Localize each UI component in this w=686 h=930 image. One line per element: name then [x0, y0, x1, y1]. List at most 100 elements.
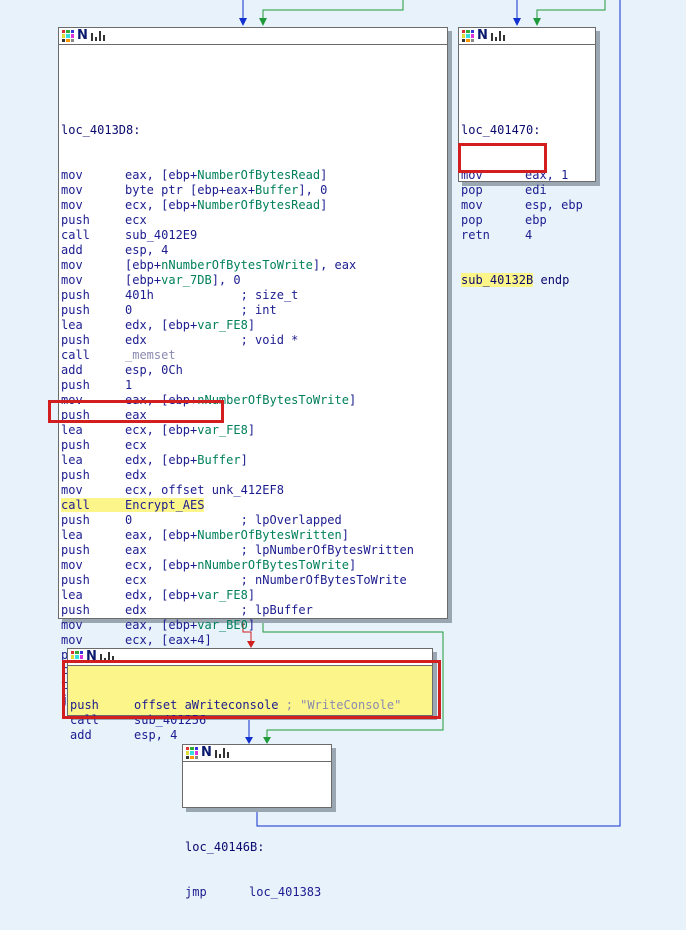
- graph-icon[interactable]: [214, 748, 229, 758]
- mnemonic: mov: [61, 483, 83, 497]
- operand: edx: [125, 468, 147, 482]
- instruction-line[interactable]: push edx: [61, 468, 414, 483]
- color-grid-icon[interactable]: [186, 747, 198, 759]
- operand[interactable]: Buffer: [197, 453, 240, 467]
- operand: ]: [247, 318, 256, 332]
- instruction-line[interactable]: push eax ; lpNumberOfBytesWritten: [61, 543, 414, 558]
- n-icon[interactable]: N: [86, 650, 97, 663]
- color-grid-icon[interactable]: [462, 30, 474, 42]
- instruction-line[interactable]: lea edx, [ebp+var_FE8]: [61, 588, 414, 603]
- edge-in-ret-green: [536, 0, 606, 20]
- code-block-loc-4013d8[interactable]: N loc_4013D8: mov eax, [ebp+NumberOfBytes…: [58, 27, 448, 707]
- function-name[interactable]: sub_40132B: [461, 273, 534, 287]
- mnemonic: push: [61, 408, 90, 422]
- mnemonic: retn: [461, 228, 490, 242]
- graph-icon[interactable]: [490, 31, 505, 41]
- operand[interactable]: var_FE8: [197, 423, 248, 437]
- instruction-line[interactable]: lea edx, [ebp+var_FE8]: [61, 318, 414, 333]
- operand[interactable]: NumberOfBytesWritten: [197, 528, 342, 542]
- block-label[interactable]: loc_40146B:: [185, 840, 321, 855]
- instruction-line[interactable]: push ecx: [61, 213, 414, 228]
- instruction-line[interactable]: call Encrypt_AES: [61, 498, 414, 513]
- instruction-line[interactable]: add esp, 0Ch: [61, 363, 414, 378]
- instruction-line[interactable]: add esp, 4: [61, 243, 414, 258]
- operand[interactable]: var_7DB: [161, 273, 212, 287]
- instruction-list: mov eax, 1 pop edi mov esp, ebp pop ebp retn 4: [461, 168, 583, 243]
- operand[interactable]: Buffer: [255, 183, 298, 197]
- instruction-line[interactable]: mov eax, 1: [461, 168, 583, 183]
- instruction-line[interactable]: lea ecx, [ebp+var_FE8]: [61, 423, 414, 438]
- operand[interactable]: var_BE0: [197, 618, 248, 632]
- instruction-line[interactable]: call sub_4012E9: [61, 228, 414, 243]
- operand: [ebp+: [125, 258, 162, 272]
- graph-icon[interactable]: [99, 652, 114, 662]
- operand[interactable]: nNumberOfBytesToWrite: [197, 393, 349, 407]
- instruction-line[interactable]: mov [ebp+nNumberOfBytesToWrite], eax: [61, 258, 414, 273]
- instruction-line[interactable]: push 1: [61, 378, 414, 393]
- graph-icon[interactable]: [90, 31, 105, 41]
- color-grid-icon[interactable]: [71, 651, 83, 663]
- operand[interactable]: nNumberOfBytesToWrite: [197, 558, 349, 572]
- instruction-line[interactable]: mov eax, [ebp+var_BE0]: [61, 618, 414, 633]
- instruction-line[interactable]: push edx ; lpBuffer: [61, 603, 414, 618]
- instruction-line[interactable]: mov esp, ebp: [461, 198, 583, 213]
- mnemonic: mov: [61, 258, 83, 272]
- code-block-write-console[interactable]: N push offset aWriteconsole ; "WriteConso…: [67, 648, 433, 742]
- operand: 4: [525, 228, 533, 242]
- operand: 0: [125, 513, 241, 527]
- operand[interactable]: NumberOfBytesRead: [197, 198, 320, 212]
- instruction-line[interactable]: lea edx, [ebp+Buffer]: [61, 453, 414, 468]
- instruction-line[interactable]: call _memset: [61, 348, 414, 363]
- instruction-list: jmp loc_401383: [185, 885, 321, 900]
- instruction-line[interactable]: mov [ebp+var_7DB], 0: [61, 273, 414, 288]
- block-label[interactable]: loc_401470:: [461, 123, 583, 138]
- instruction-line[interactable]: push 0 ; lpOverlapped: [61, 513, 414, 528]
- code-block-loc-40146b[interactable]: N loc_40146B: jmp loc_401383: [182, 744, 332, 899]
- operand: edx, [ebp+: [125, 588, 198, 602]
- color-grid-icon[interactable]: [62, 30, 74, 42]
- instruction-line[interactable]: mov eax, [ebp+nNumberOfBytesToWrite]: [61, 393, 414, 408]
- instruction-line[interactable]: push offset aWriteconsole ; "WriteConsole…: [70, 698, 401, 713]
- instruction-line[interactable]: mov eax, [ebp+NumberOfBytesRead]: [61, 168, 414, 183]
- mnemonic: lea: [61, 318, 83, 332]
- operand[interactable]: var_FE8: [197, 588, 248, 602]
- instruction-line[interactable]: mov ecx, offset unk_412EF8: [61, 483, 414, 498]
- operand[interactable]: nNumberOfBytesToWrite: [161, 258, 313, 272]
- instruction-line[interactable]: lea eax, [ebp+NumberOfBytesWritten]: [61, 528, 414, 543]
- n-icon[interactable]: N: [477, 29, 488, 42]
- instruction-line[interactable]: call sub_401256: [70, 713, 401, 728]
- instruction-line[interactable]: push eax: [61, 408, 414, 423]
- instruction-line[interactable]: push 401h ; size_t: [61, 288, 414, 303]
- instruction-line[interactable]: jmp loc_401383: [185, 885, 321, 900]
- mnemonic: push: [61, 468, 90, 482]
- mnemonic: push: [61, 513, 90, 527]
- instruction-line[interactable]: push ecx: [61, 438, 414, 453]
- instruction-line[interactable]: push edx ; void *: [61, 333, 414, 348]
- operand[interactable]: NumberOfBytesRead: [197, 168, 320, 182]
- instruction-line[interactable]: mov ecx, [ebp+nNumberOfBytesToWrite]: [61, 558, 414, 573]
- instruction-line[interactable]: retn 4: [461, 228, 583, 243]
- instruction-line[interactable]: push ecx ; nNumberOfBytesToWrite: [61, 573, 414, 588]
- mnemonic: push: [61, 303, 90, 317]
- comment: ; lpBuffer: [240, 603, 313, 617]
- instruction-line[interactable]: pop ebp: [461, 213, 583, 228]
- instruction-line[interactable]: add esp, 4: [70, 728, 401, 743]
- mnemonic: mov: [61, 168, 83, 182]
- n-icon[interactable]: N: [77, 29, 88, 42]
- code-block-loc-401470[interactable]: N loc_401470: mov eax, 1 pop edi mov esp, ebp…: [458, 27, 596, 287]
- instruction-line[interactable]: push 0 ; int: [61, 303, 414, 318]
- operand: ], 0: [298, 183, 328, 197]
- operand: ]: [240, 453, 248, 467]
- instruction-line[interactable]: mov ecx, [ebp+NumberOfBytesRead]: [61, 198, 414, 213]
- instruction-line[interactable]: pop edi: [461, 183, 583, 198]
- instruction-line[interactable]: mov byte ptr [ebp+eax+Buffer], 0: [61, 183, 414, 198]
- operand: ecx, [ebp+: [125, 198, 198, 212]
- mnemonic: push: [61, 288, 90, 302]
- block-label[interactable]: loc_4013D8:: [61, 123, 414, 138]
- operand: esp, 4: [125, 243, 169, 257]
- block-header: N: [68, 649, 432, 666]
- operand[interactable]: var_FE8: [197, 318, 248, 332]
- instruction-line[interactable]: mov ecx, [eax+4]: [61, 633, 414, 648]
- n-icon[interactable]: N: [201, 746, 212, 759]
- operand: ecx: [125, 438, 147, 452]
